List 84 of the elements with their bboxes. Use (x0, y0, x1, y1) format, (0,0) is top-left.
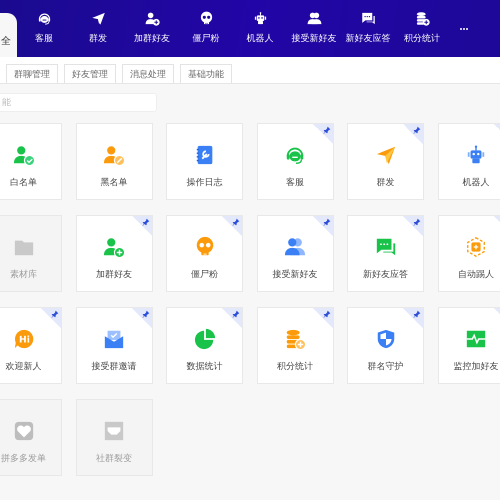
card-label: 接受群邀请 (92, 360, 136, 373)
pie-chart-icon (194, 328, 216, 350)
users-icon (306, 11, 322, 26)
feature-card[interactable]: 积分统计 (256, 307, 334, 384)
card-label: 监控加好友 (454, 360, 498, 373)
pin-icon (413, 126, 421, 134)
pin-icon (51, 310, 59, 318)
speech-bubble-icon: Hi (12, 328, 34, 350)
feature-card[interactable]: 群名守护 (347, 307, 424, 384)
card-label: 群发 (376, 176, 394, 189)
feature-card[interactable]: 僵尸粉 (166, 215, 243, 292)
card-label: 加群好友 (96, 268, 132, 281)
nav-item[interactable]: 机器人 (233, 9, 287, 57)
pin-icon (142, 218, 150, 226)
card-label: 群名守护 (368, 360, 404, 373)
pin-icon (322, 218, 330, 226)
nav-item[interactable]: 僵尸粉 (179, 9, 233, 57)
feature-card[interactable]: 群发 (347, 123, 424, 200)
card-label: 僵尸粉 (191, 268, 218, 281)
card-label: 数据统计 (186, 360, 222, 373)
card-label: 社群裂变 (96, 452, 132, 465)
nav-tab[interactable]: 全 (0, 13, 17, 57)
chat-bubble-icon (374, 236, 396, 258)
robot-icon (465, 144, 487, 166)
pin-icon (232, 218, 240, 226)
pin-icon (413, 218, 421, 226)
feature-card[interactable]: 接受新好友 (256, 215, 334, 292)
users-icon (284, 236, 306, 258)
pin-icon (232, 310, 240, 318)
user-pencil-icon (103, 144, 125, 166)
user-plus-icon (103, 236, 125, 258)
user-check-icon (12, 144, 34, 166)
feature-card[interactable]: 数据统计 (166, 307, 243, 384)
feature-card[interactable]: Hi 欢迎新人 (0, 307, 62, 384)
card-label: 积分统计 (277, 360, 313, 373)
feature-card[interactable]: 接受群邀请 (76, 307, 152, 384)
skull-icon (198, 11, 214, 26)
category-tab[interactable]: 基础功能 (180, 64, 232, 83)
card-label: 欢迎新人 (6, 360, 42, 373)
card-label: 素材库 (10, 268, 37, 281)
feature-card[interactable]: 机器人 (438, 123, 500, 200)
feature-card[interactable]: 客服 (256, 123, 334, 200)
card-label: 黑名单 (100, 176, 128, 189)
headset-icon (36, 11, 52, 26)
feature-card[interactable]: 白名单 (0, 123, 62, 200)
card-label: 新好友应答 (363, 268, 408, 281)
nav-item[interactable]: 加群好友 (125, 9, 179, 57)
card-label: 白名单 (10, 176, 37, 189)
card-label: 自动踢人 (458, 268, 494, 281)
card-label: 拼多多发单 (1, 452, 46, 465)
robot-icon (252, 11, 268, 26)
feature-card[interactable]: 黑名单 (76, 123, 152, 200)
pin-icon (322, 310, 330, 318)
nav-item[interactable]: 客服 (17, 9, 71, 57)
category-tab[interactable]: 好友管理 (64, 64, 116, 83)
search-field[interactable]: 能 (0, 93, 157, 112)
chat-bubble-icon (360, 11, 376, 26)
nav-item[interactable]: 群发 (71, 9, 125, 57)
coin-stack-icon (414, 11, 430, 26)
pin-icon (413, 310, 421, 318)
pulse-icon (465, 328, 487, 350)
feature-card[interactable]: 监控加好友 (438, 307, 500, 384)
envelope-icon (103, 328, 125, 350)
nav-item[interactable]: 新好友应答 (341, 9, 395, 57)
card-label: 接受新好友 (272, 268, 318, 281)
nav-item[interactable]: 积分统计 (395, 9, 449, 57)
pin-icon (142, 310, 150, 318)
card-label: 机器人 (462, 176, 490, 189)
paper-plane-icon (90, 11, 106, 26)
card-label: 客服 (286, 176, 304, 189)
feature-card[interactable]: 自动踢人 (438, 215, 500, 292)
user-plus-icon (144, 11, 160, 26)
nav-item[interactable]: 接受新好友 (287, 9, 341, 57)
feature-card[interactable]: 加群好友 (76, 215, 152, 292)
card-label: 操作日志 (186, 176, 222, 189)
feature-card[interactable]: 操作日志 (166, 123, 243, 200)
paper-plane-icon (374, 144, 396, 166)
category-tab[interactable]: 消息处理 (122, 64, 174, 83)
coin-stack-icon (284, 328, 306, 350)
card-icon (103, 420, 125, 442)
feature-card[interactable]: 新好友应答 (347, 215, 424, 292)
hexagon-icon (465, 236, 487, 258)
category-tab[interactable]: 群聊管理 (6, 64, 58, 83)
pin-icon (322, 126, 330, 134)
